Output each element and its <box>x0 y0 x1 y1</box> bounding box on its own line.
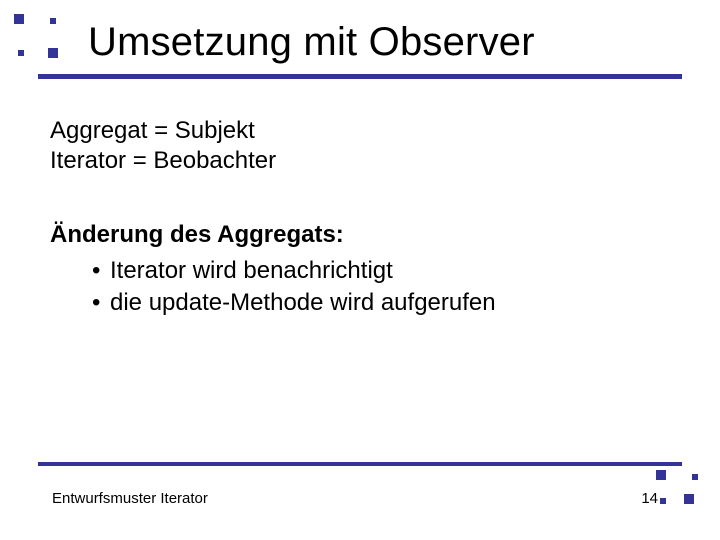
decor-square-icon <box>50 18 56 24</box>
definition-line: Aggregat = Subjekt <box>50 116 670 146</box>
decor-square-icon <box>692 474 698 480</box>
decor-square-icon <box>684 494 694 504</box>
list-item: die update-Methode wird aufgerufen <box>92 288 670 318</box>
slide: Umsetzung mit Observer Aggregat = Subjek… <box>0 0 720 540</box>
paragraph-definitions: Aggregat = Subjekt Iterator = Beobachter <box>50 116 670 176</box>
list-item: Iterator wird benachrichtigt <box>92 256 670 286</box>
title-underline <box>38 74 682 79</box>
decor-square-icon <box>14 14 24 24</box>
title-area: Umsetzung mit Observer <box>0 14 720 94</box>
footer-caption: Entwurfsmuster Iterator <box>52 490 208 507</box>
decor-square-icon <box>660 498 666 504</box>
definition-line: Iterator = Beobachter <box>50 146 670 176</box>
footer-divider <box>38 462 682 466</box>
slide-title: Umsetzung mit Observer <box>88 20 535 65</box>
page-number: 14 <box>641 490 658 507</box>
bullet-list: Iterator wird benachrichtigt die update-… <box>50 256 670 318</box>
decor-square-icon <box>656 470 666 480</box>
paragraph-change: Änderung des Aggregats: Iterator wird be… <box>50 220 670 318</box>
footer-decor-squares <box>656 470 706 510</box>
slide-body: Aggregat = Subjekt Iterator = Beobachter… <box>50 116 670 320</box>
change-heading: Änderung des Aggregats: <box>50 220 670 250</box>
title-decor-squares <box>14 14 64 68</box>
decor-square-icon <box>48 48 58 58</box>
decor-square-icon <box>18 50 24 56</box>
